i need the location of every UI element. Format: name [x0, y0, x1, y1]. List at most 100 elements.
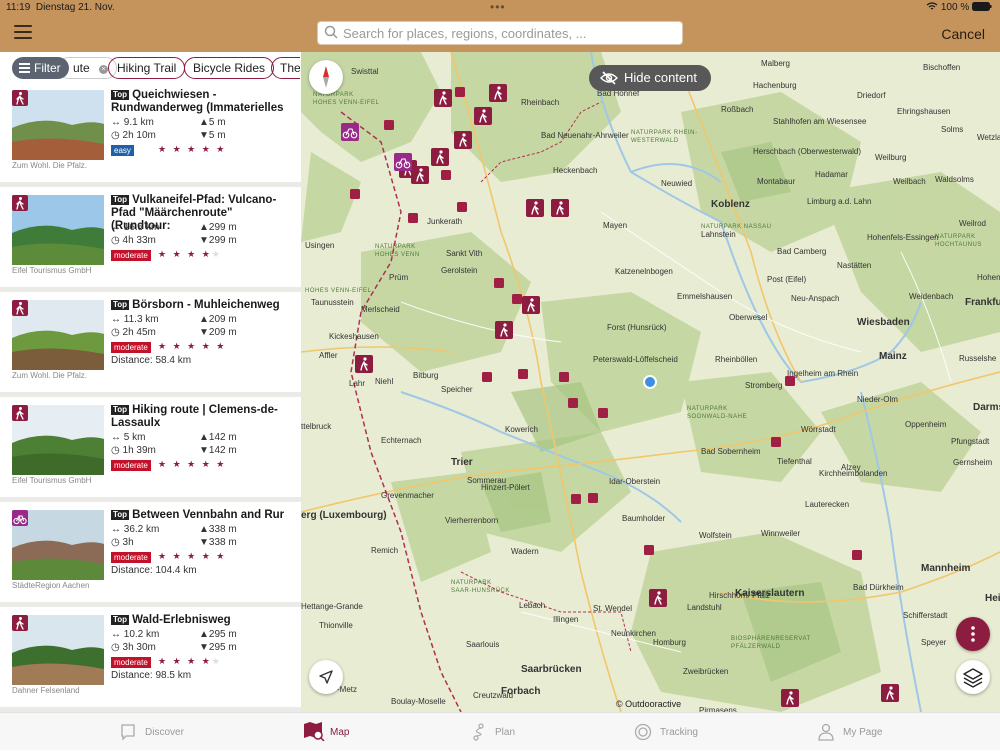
bicycle-route-pin-icon[interactable] [341, 123, 359, 141]
vertical-dots-icon [971, 626, 975, 642]
hiking-trail-pin-icon[interactable] [454, 131, 472, 149]
ascent-value: ▲338 m [199, 524, 237, 535]
hiking-trail-pin-icon[interactable] [489, 84, 507, 102]
difficulty-badge: moderate [111, 657, 151, 668]
place-label: Stahlhofen am Wiesensee [773, 117, 867, 126]
tab-label: Tracking [660, 727, 698, 738]
chip-theme[interactable]: The [271, 57, 300, 79]
image-credit: Zum Wohl. Die Pfalz. [12, 371, 87, 380]
hiking-trail-pin-icon[interactable] [495, 321, 513, 339]
map-view[interactable]: NATURPARK HOHES VENN-EIFEL NATURPARK RHEIN… [301, 52, 1000, 712]
hiking-trail-pin-icon[interactable] [649, 589, 667, 607]
search-input[interactable] [343, 24, 673, 42]
result-card[interactable]: Eifel Tourismus GmbH Top Vulkaneifel-Pfad:… [0, 187, 301, 287]
poi-marker[interactable] [785, 376, 795, 386]
poi-marker[interactable] [518, 369, 528, 379]
tab-map[interactable]: Map [303, 713, 383, 751]
poi-marker[interactable] [559, 372, 569, 382]
poi-marker[interactable] [771, 437, 781, 447]
map-layers-button[interactable] [956, 660, 990, 694]
place-label: Rheinböllen [715, 355, 757, 364]
proximity-distance: Distance: 58.4 km [111, 355, 192, 366]
result-card[interactable]: Zum Wohl. Die Pfalz. Top Börsborn - Muhlei… [0, 292, 301, 392]
bicycle-route-pin-icon[interactable] [394, 153, 412, 171]
place-label: Wetzlar [977, 133, 1000, 142]
hamburger-menu-icon[interactable] [14, 25, 32, 39]
hiking-trail-pin-icon[interactable] [781, 689, 799, 707]
tab-label: Map [330, 727, 350, 738]
poi-marker[interactable] [512, 294, 522, 304]
tab-my-page[interactable]: My Page [818, 713, 908, 751]
hiking-trail-pin-icon[interactable] [474, 107, 492, 125]
hiking-trail-pin-icon[interactable] [551, 199, 569, 217]
hiking-trail-pin-icon[interactable] [355, 355, 373, 373]
hiking-trail-pin-icon[interactable] [881, 684, 899, 702]
place-label: Mannheim [921, 563, 971, 574]
cancel-button[interactable]: Cancel [941, 26, 985, 42]
descent-value: ▼295 m [199, 642, 237, 653]
compass-button[interactable] [309, 60, 343, 94]
poi-marker[interactable] [494, 278, 504, 288]
filter-button[interactable]: Filter [12, 57, 69, 79]
poi-marker[interactable] [441, 170, 451, 180]
place-label: Sankt Vith [446, 249, 482, 258]
poi-marker[interactable] [852, 550, 862, 560]
poi-marker[interactable] [350, 189, 360, 199]
place-label: Neuwied [661, 179, 692, 188]
result-title[interactable]: Top Börsborn - Muhleichenweg [111, 299, 291, 312]
locate-me-button[interactable] [309, 660, 343, 694]
poi-marker[interactable] [598, 408, 608, 418]
chip-bicycle-rides[interactable]: Bicycle Rides [184, 57, 275, 79]
difficulty-badge: moderate [111, 342, 151, 353]
poi-marker[interactable] [588, 493, 598, 503]
place-label: Nieder-Olm [857, 395, 898, 404]
search-bar[interactable] [317, 21, 683, 45]
place-label: Katzenelnbogen [615, 267, 673, 276]
discover-icon [121, 724, 135, 741]
hiking-trail-pin-icon[interactable] [434, 89, 452, 107]
tab-tracking[interactable]: Tracking [634, 713, 724, 751]
hiking-trail-pin-icon[interactable] [522, 296, 540, 314]
hide-content-button[interactable]: Hide content [589, 65, 711, 91]
place-label: Speicher [441, 385, 473, 394]
poi-marker[interactable] [571, 494, 581, 504]
battery-percent: 100 % [940, 2, 970, 13]
poi-marker[interactable] [457, 202, 467, 212]
poi-marker[interactable] [644, 545, 654, 555]
poi-marker[interactable] [408, 213, 418, 223]
place-label: Remich [371, 546, 398, 555]
poi-marker[interactable] [482, 372, 492, 382]
clear-chip-icon[interactable]: × [99, 65, 109, 74]
result-title[interactable]: Top Wald-Erlebnisweg [111, 614, 291, 627]
hiking-trail-pin-icon[interactable] [526, 199, 544, 217]
chip-hiking-trail[interactable]: Hiking Trail [108, 57, 186, 79]
hiking-trail-pin-icon[interactable] [431, 148, 449, 166]
more-options-button[interactable] [956, 617, 990, 651]
tab-discover[interactable]: Discover [120, 713, 220, 751]
place-label: Post (Eifel) [767, 275, 806, 284]
result-card[interactable]: StädteRegion Aachen Top Between Vennbahn a… [0, 502, 301, 602]
place-label: Bischoffen [923, 63, 960, 72]
nature-park-label: BIOSPHÄRENRESERVAT [731, 635, 811, 642]
poi-marker[interactable] [455, 87, 465, 97]
tab-plan[interactable]: Plan [471, 713, 551, 751]
search-icon [324, 25, 338, 39]
poi-marker[interactable] [568, 398, 578, 408]
multitask-dots[interactable]: ••• [490, 0, 506, 14]
result-card[interactable]: Eifel Tourismus GmbH Top Hiking route | Cl… [0, 397, 301, 497]
result-card[interactable]: Dahner Felsenland Top Wald-Erlebnisweg ↔ 10… [0, 607, 301, 707]
top-badge: Top [111, 510, 130, 520]
result-title[interactable]: Top Hiking route | Clemens-de-Lassaulx [111, 404, 291, 430]
top-bar: Cancel [0, 16, 1000, 52]
ascent-value: ▲295 m [199, 629, 237, 640]
result-title[interactable]: Top Between Vennbahn and Rur [111, 509, 291, 522]
place-label: Prüm [389, 273, 408, 282]
map-attribution[interactable]: © Outdooractive [616, 699, 681, 709]
poi-marker[interactable] [384, 120, 394, 130]
result-card[interactable]: Zum Wohl. Die Pfalz. Top Queichwiesen - Ru… [0, 82, 301, 182]
difficulty-badge: moderate [111, 250, 151, 261]
hiking-trail-pin-icon[interactable] [411, 166, 429, 184]
distance-value: ↔ 11.3 km [111, 314, 159, 325]
result-title[interactable]: Top Queichwiesen - Rundwanderweg (Immater… [111, 89, 291, 115]
bicycle-icon [12, 510, 28, 526]
